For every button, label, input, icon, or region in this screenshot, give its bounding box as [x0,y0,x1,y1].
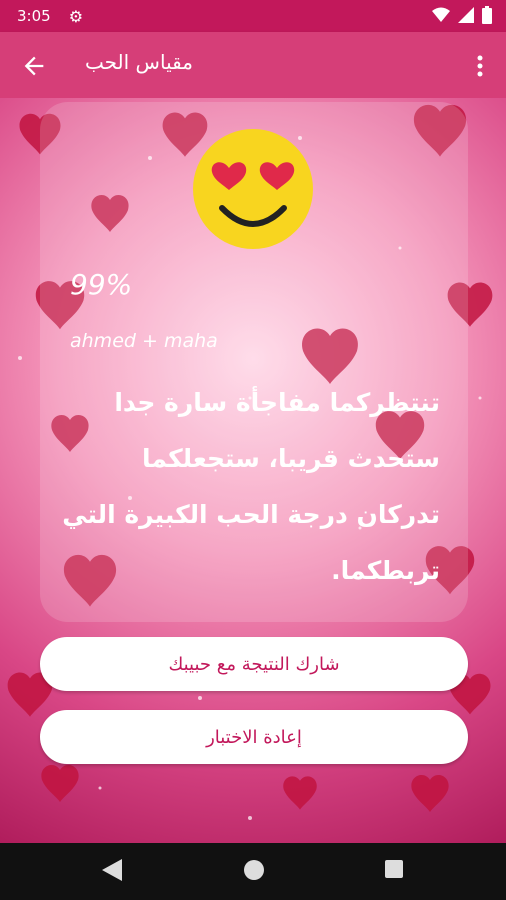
status-time: 3:05 [17,7,51,25]
couple-names: ahmed + maha [70,330,218,352]
love-percentage: 99% [70,268,133,301]
status-icons [432,6,492,24]
home-circle-icon[interactable] [243,859,265,881]
result-message: تنتظركما مفاجأة سارة جدا ستحدث قريبا، ست… [62,388,440,585]
page-title: مقياس الحب [85,50,193,74]
app-bar: مقياس الحب [0,32,506,98]
wifi-icon [432,7,450,22]
heart-eyes-emoji-icon [193,129,313,249]
signal-icon [458,7,474,23]
share-result-button[interactable]: شارك النتيجة مع حبيبك [40,637,468,691]
recents-square-icon[interactable] [384,859,404,879]
navigation-bar [0,843,506,900]
gear-icon: ⚙ [68,6,84,26]
battery-icon [482,6,492,24]
back-triangle-icon[interactable] [102,859,122,881]
overflow-menu-icon[interactable] [472,52,488,80]
retry-test-button[interactable]: إعادة الاختبار [40,710,468,764]
arrow-back-icon[interactable] [20,52,48,80]
status-bar: 3:05 ⚙ [0,0,506,32]
